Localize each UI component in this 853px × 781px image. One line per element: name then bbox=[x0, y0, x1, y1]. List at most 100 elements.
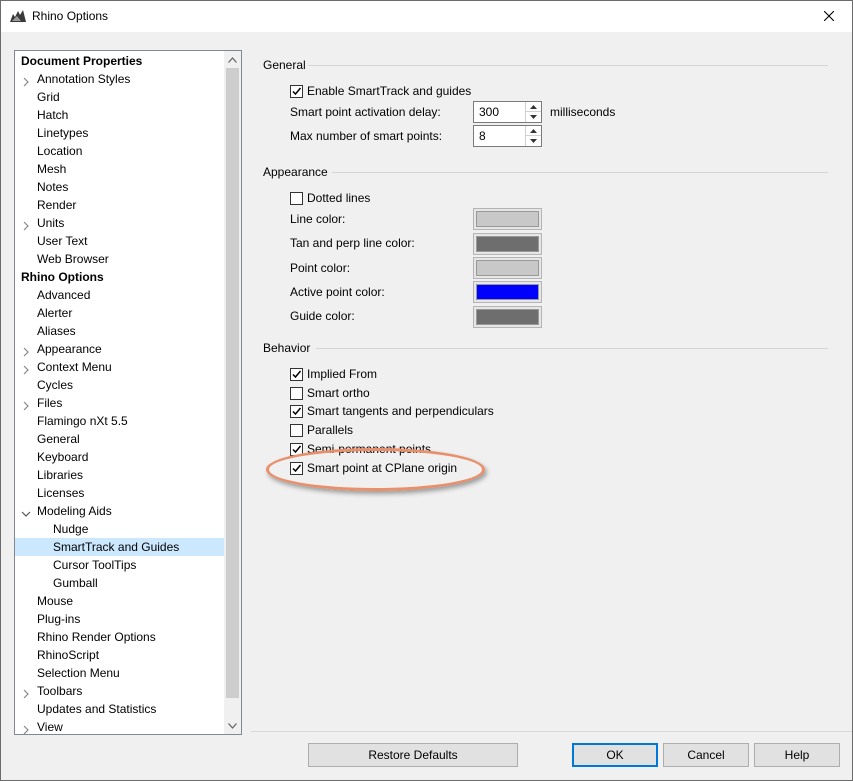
chevron-up-icon[interactable] bbox=[526, 126, 541, 136]
tree-item[interactable]: Web Browser bbox=[15, 250, 224, 268]
restore-defaults-button[interactable]: Restore Defaults bbox=[308, 743, 518, 767]
chevron-down-icon[interactable] bbox=[526, 112, 541, 122]
tree-item-label: Annotation Styles bbox=[37, 72, 131, 86]
tree-item-label: Plug-ins bbox=[37, 612, 81, 626]
tree-item[interactable]: Files bbox=[15, 394, 224, 412]
chevron-right-icon[interactable] bbox=[21, 686, 31, 699]
checkbox-label: Implied From bbox=[307, 367, 378, 381]
dotted-lines-checkbox[interactable]: Dotted lines bbox=[290, 190, 370, 206]
enable-smarttrack-checkbox[interactable]: Enable SmartTrack and guides bbox=[290, 83, 471, 99]
tree-item[interactable]: Linetypes bbox=[15, 124, 224, 142]
tree-item[interactable]: Notes bbox=[15, 178, 224, 196]
tree-item[interactable]: Toolbars bbox=[15, 682, 224, 700]
help-button[interactable]: Help bbox=[754, 743, 840, 767]
chevron-right-icon[interactable] bbox=[21, 344, 31, 357]
checkbox-box[interactable] bbox=[290, 404, 303, 418]
chevron-up-icon[interactable] bbox=[526, 102, 541, 112]
close-icon[interactable] bbox=[806, 1, 852, 31]
tree-item[interactable]: Units bbox=[15, 214, 224, 232]
color-label: Tan and perp line color: bbox=[290, 236, 415, 250]
tree-item[interactable]: View bbox=[15, 718, 224, 734]
scroll-thumb[interactable] bbox=[226, 68, 239, 698]
tree-item-label: Libraries bbox=[37, 468, 84, 482]
chevron-down-icon[interactable] bbox=[21, 506, 31, 517]
title-bar: Rhino Options bbox=[1, 1, 852, 32]
tan-perp-color-swatch[interactable] bbox=[473, 233, 542, 255]
chevron-down-icon[interactable] bbox=[526, 136, 541, 146]
max-points-value[interactable]: 8 bbox=[479, 129, 486, 143]
tree-item[interactable]: Alerter bbox=[15, 304, 224, 322]
tree-item[interactable]: Keyboard bbox=[15, 448, 224, 466]
ok-button[interactable]: OK bbox=[572, 743, 658, 767]
tree-scrollbar[interactable] bbox=[224, 51, 241, 734]
tree-item[interactable]: Flamingo nXt 5.5 bbox=[15, 412, 224, 430]
delay-stepper[interactable]: 300 bbox=[473, 101, 542, 123]
checkbox-box[interactable] bbox=[290, 461, 303, 475]
tree-item[interactable]: Grid bbox=[15, 88, 224, 106]
tree-item[interactable]: Mouse bbox=[15, 592, 224, 610]
options-tree[interactable]: Document Properties Annotation Styles Grid… bbox=[14, 50, 242, 735]
tree-item-label: RhinoScript bbox=[37, 648, 100, 662]
chevron-right-icon[interactable] bbox=[21, 398, 31, 411]
tree-item-label: General bbox=[37, 432, 80, 446]
tree-item[interactable]: Hatch bbox=[15, 106, 224, 124]
checkbox-box[interactable] bbox=[290, 367, 303, 381]
tree-item[interactable]: Appearance bbox=[15, 340, 224, 358]
behavior-option-checkbox[interactable]: Smart point at CPlane origin bbox=[290, 460, 457, 476]
checkbox-box[interactable] bbox=[290, 442, 303, 456]
chevron-right-icon[interactable] bbox=[21, 722, 31, 734]
tree-item[interactable]: Licenses bbox=[15, 484, 224, 502]
scroll-down-icon[interactable] bbox=[224, 717, 241, 734]
tree-item[interactable]: Annotation Styles bbox=[15, 70, 224, 88]
tree-item[interactable]: Selection Menu bbox=[15, 664, 224, 682]
tree-item[interactable]: General bbox=[15, 430, 224, 448]
point-color-swatch[interactable] bbox=[473, 257, 542, 279]
tree-item-label: View bbox=[37, 720, 63, 734]
tree-item[interactable]: RhinoScript bbox=[15, 646, 224, 664]
tree-item[interactable]: Gumball bbox=[15, 574, 224, 592]
tree-item-label: Mesh bbox=[37, 162, 67, 176]
tree-item[interactable]: SmartTrack and Guides bbox=[15, 538, 224, 556]
tree-item[interactable]: User Text bbox=[15, 232, 224, 250]
tree-item[interactable]: Modeling Aids bbox=[15, 502, 224, 520]
color-label: Active point color: bbox=[290, 285, 385, 299]
guide-color-swatch[interactable] bbox=[473, 306, 542, 328]
tree-item[interactable]: Context Menu bbox=[15, 358, 224, 376]
tree-item[interactable]: Plug-ins bbox=[15, 610, 224, 628]
tree-item[interactable]: Document Properties bbox=[15, 52, 224, 70]
chevron-right-icon[interactable] bbox=[21, 74, 31, 87]
active-point-color-swatch[interactable] bbox=[473, 281, 542, 303]
rhino-app-icon bbox=[9, 8, 27, 24]
tree-item[interactable]: Libraries bbox=[15, 466, 224, 484]
checkbox-box[interactable] bbox=[290, 191, 303, 205]
tree-item[interactable]: Advanced bbox=[15, 286, 224, 304]
tree-item[interactable]: Updates and Statistics bbox=[15, 700, 224, 718]
line-color-swatch[interactable] bbox=[473, 208, 542, 230]
tree-item[interactable]: Rhino Options bbox=[15, 268, 224, 286]
delay-value[interactable]: 300 bbox=[479, 105, 499, 119]
tree-item[interactable]: Location bbox=[15, 142, 224, 160]
tree-item-label: Advanced bbox=[37, 288, 91, 302]
tree-item[interactable]: Cycles bbox=[15, 376, 224, 394]
tree-item[interactable]: Aliases bbox=[15, 322, 224, 340]
tree-item[interactable]: Rhino Render Options bbox=[15, 628, 224, 646]
behavior-option-checkbox[interactable]: Parallels bbox=[290, 422, 353, 438]
chevron-right-icon[interactable] bbox=[21, 362, 31, 375]
scroll-up-icon[interactable] bbox=[224, 51, 241, 68]
behavior-option-checkbox[interactable]: Implied From bbox=[290, 366, 377, 382]
checkbox-box[interactable] bbox=[290, 84, 303, 98]
tree-item[interactable]: Nudge bbox=[15, 520, 224, 538]
max-points-stepper[interactable]: 8 bbox=[473, 125, 542, 147]
chevron-right-icon[interactable] bbox=[21, 218, 31, 231]
tree-item[interactable]: Cursor ToolTips bbox=[15, 556, 224, 574]
checkbox-box[interactable] bbox=[290, 423, 303, 437]
behavior-option-checkbox[interactable]: Smart ortho bbox=[290, 385, 370, 401]
tree-item[interactable]: Mesh bbox=[15, 160, 224, 178]
checkbox-label: Semi-permanent points bbox=[307, 442, 432, 456]
checkbox-box[interactable] bbox=[290, 386, 303, 400]
tree-item[interactable]: Render bbox=[15, 196, 224, 214]
behavior-option-checkbox[interactable]: Semi-permanent points bbox=[290, 441, 431, 457]
behavior-option-checkbox[interactable]: Smart tangents and perpendiculars bbox=[290, 403, 494, 419]
cancel-button[interactable]: Cancel bbox=[663, 743, 749, 767]
tree-item-label: Rhino Render Options bbox=[37, 630, 156, 644]
